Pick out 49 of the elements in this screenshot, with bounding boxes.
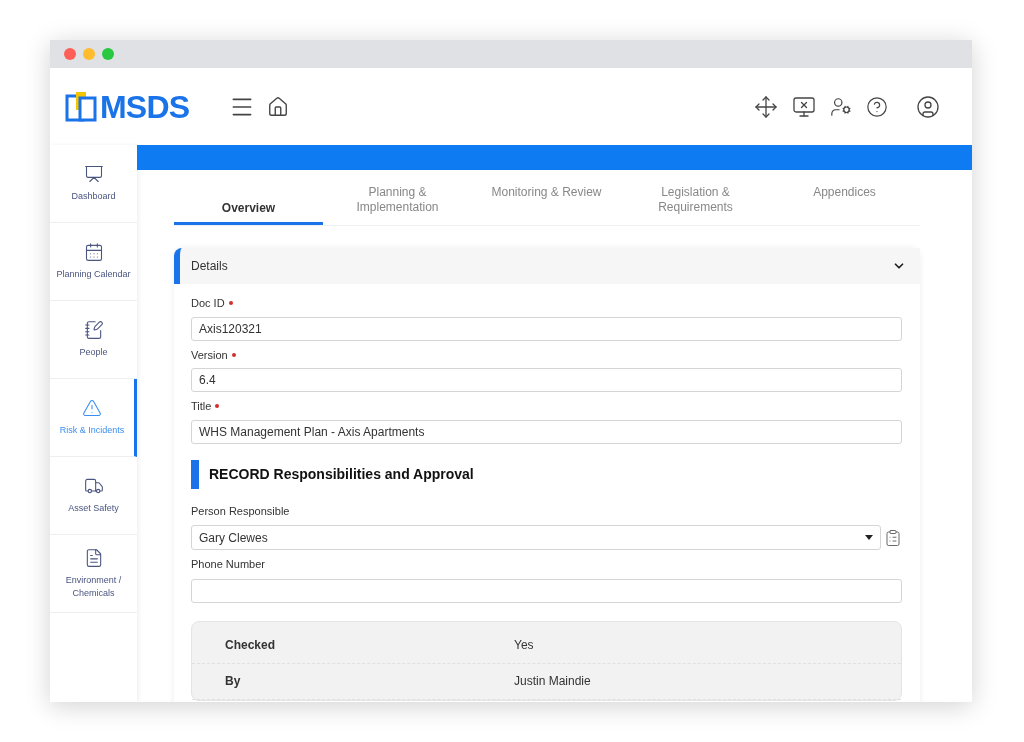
- document-icon[interactable]: [884, 528, 902, 547]
- notebook-icon: [83, 320, 104, 340]
- truck-icon: [83, 476, 104, 496]
- section-heading: RECORD Responsibilities and Approval: [209, 464, 474, 484]
- sidebar-label: Asset Safety: [67, 502, 120, 515]
- select-field[interactable]: Gary Clewes: [191, 525, 881, 550]
- tab[interactable]: Appendices: [770, 185, 919, 225]
- warning-icon: [82, 398, 102, 418]
- sidebar-label: Environment / Chemicals: [64, 573, 123, 600]
- user-avatar-icon[interactable]: [916, 94, 940, 119]
- presentation-icon: [83, 164, 104, 184]
- tab[interactable]: Planning & Implementation: [323, 185, 472, 225]
- calendar-icon: [83, 242, 104, 262]
- table-cell-text: Checked: [224, 637, 277, 654]
- input-field[interactable]: [191, 578, 902, 603]
- tab[interactable]: Overview: [174, 185, 323, 225]
- tab[interactable]: Monitoring & Review: [472, 185, 621, 225]
- input-field[interactable]: 6.4: [191, 368, 902, 392]
- dropdown-caret-icon: [865, 535, 873, 540]
- table-cell-text: Justin Maindie: [514, 673, 591, 690]
- sidebar-item[interactable]: Asset Safety: [50, 457, 137, 535]
- details-header[interactable]: Details: [174, 248, 920, 284]
- sidebar-item[interactable]: Environment / Chemicals: [50, 535, 137, 613]
- home-icon[interactable]: [267, 95, 290, 118]
- user-settings-icon[interactable]: [830, 95, 852, 118]
- input-field[interactable]: Axis120321: [191, 316, 902, 341]
- field-label: Title: [191, 399, 212, 414]
- table-cell-text: By: [224, 673, 242, 690]
- section-marker: [191, 459, 199, 489]
- field-label: Doc ID: [191, 296, 225, 311]
- sidebar-label: People: [78, 346, 109, 359]
- field-label: Version: [191, 347, 228, 363]
- tab[interactable]: Legislation & Requirements: [621, 185, 770, 225]
- help-icon[interactable]: [866, 95, 888, 118]
- table-cell-text: Yes: [514, 637, 534, 654]
- logo-icon: [64, 89, 98, 124]
- move-icon[interactable]: [754, 94, 778, 119]
- details-title: Details: [191, 258, 228, 275]
- field-label: Phone Number: [191, 557, 266, 572]
- sidebar-label: Dashboard: [70, 190, 117, 203]
- input-field[interactable]: WHS Management Plan - Axis Apartments: [191, 419, 902, 444]
- logo-text: MSDS: [100, 87, 190, 127]
- sidebar-item[interactable]: People: [50, 301, 137, 379]
- sidebar-item[interactable]: Risk & Incidents: [50, 379, 137, 457]
- monitor-icon[interactable]: [792, 94, 816, 119]
- sidebar-item[interactable]: Planning Calendar: [50, 223, 137, 301]
- field-label: Person Responsible: [191, 503, 291, 519]
- sidebar-label: Planning Calendar: [55, 268, 132, 281]
- sidebar-label: Risk & Incidents: [58, 424, 126, 437]
